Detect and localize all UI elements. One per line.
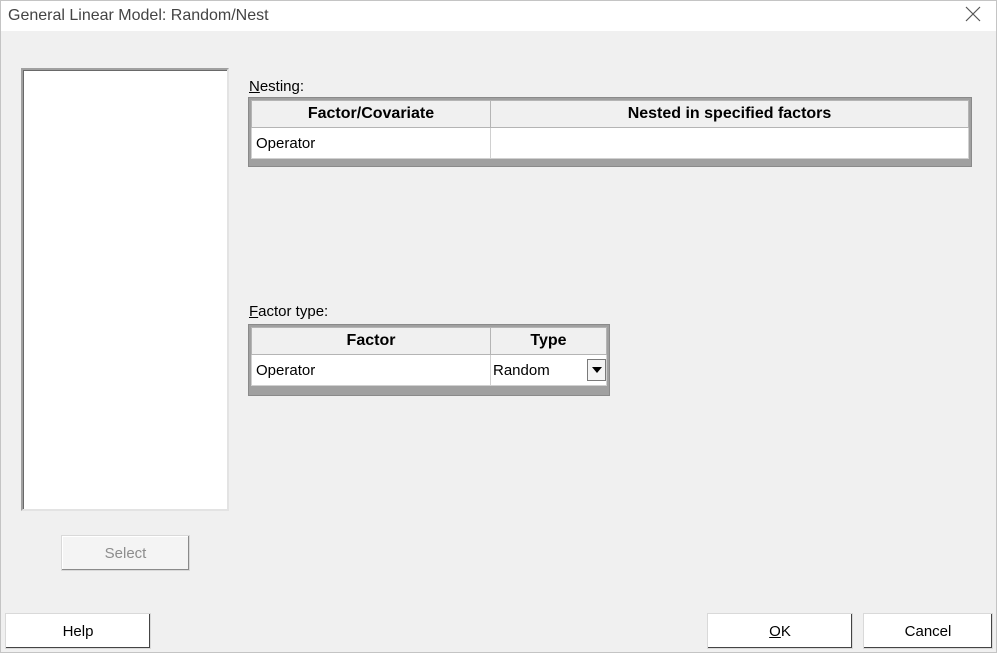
nesting-label: Nesting: [249, 78, 304, 95]
type-dropdown[interactable]: Random [493, 358, 606, 382]
nesting-col-nested: Nested in specified factors [490, 100, 969, 128]
ok-button-mnemonic: O [769, 622, 781, 640]
factor-type-label-rest: actor type: [258, 303, 329, 320]
cancel-button[interactable]: Cancel [863, 613, 993, 649]
factor-type-label: Factor type: [249, 303, 328, 320]
nesting-grid[interactable]: Factor/Covariate Nested in specified fac… [248, 97, 972, 167]
nesting-label-rest: esting: [259, 78, 305, 95]
factor-type-col-factor: Factor [251, 327, 491, 355]
select-button[interactable]: Select [61, 535, 190, 571]
type-dropdown-value: Random [493, 361, 550, 379]
nesting-cell-nested-in[interactable] [490, 127, 969, 159]
table-row: Operator [251, 127, 969, 159]
dropdown-arrow-icon[interactable] [587, 359, 606, 381]
ok-button[interactable]: OK [707, 613, 853, 649]
table-row: Operator Random [251, 354, 607, 386]
factor-type-cell-factor: Operator [251, 354, 491, 386]
dialog-window: General Linear Model: Random/Nest Nestin… [0, 0, 997, 653]
close-button[interactable] [950, 1, 996, 31]
window-title: General Linear Model: Random/Nest [8, 7, 269, 24]
factor-type-grid[interactable]: Factor Type Operator Random [248, 324, 610, 396]
ok-button-rest: K [780, 622, 791, 640]
nesting-col-factor: Factor/Covariate [251, 100, 491, 128]
close-icon [965, 6, 981, 26]
help-button[interactable]: Help [5, 613, 151, 649]
factor-type-col-type: Type [490, 327, 607, 355]
title-bar: General Linear Model: Random/Nest [1, 1, 996, 31]
nesting-label-mnemonic: N [249, 78, 260, 95]
factor-type-cell-type[interactable]: Random [490, 354, 607, 386]
factor-type-label-mnemonic: F [249, 303, 259, 320]
nesting-cell-factor: Operator [251, 127, 491, 159]
factor-type-table: Factor Type Operator Random [251, 327, 607, 386]
nesting-table: Factor/Covariate Nested in specified fac… [251, 100, 969, 159]
variables-listbox[interactable] [21, 68, 229, 511]
